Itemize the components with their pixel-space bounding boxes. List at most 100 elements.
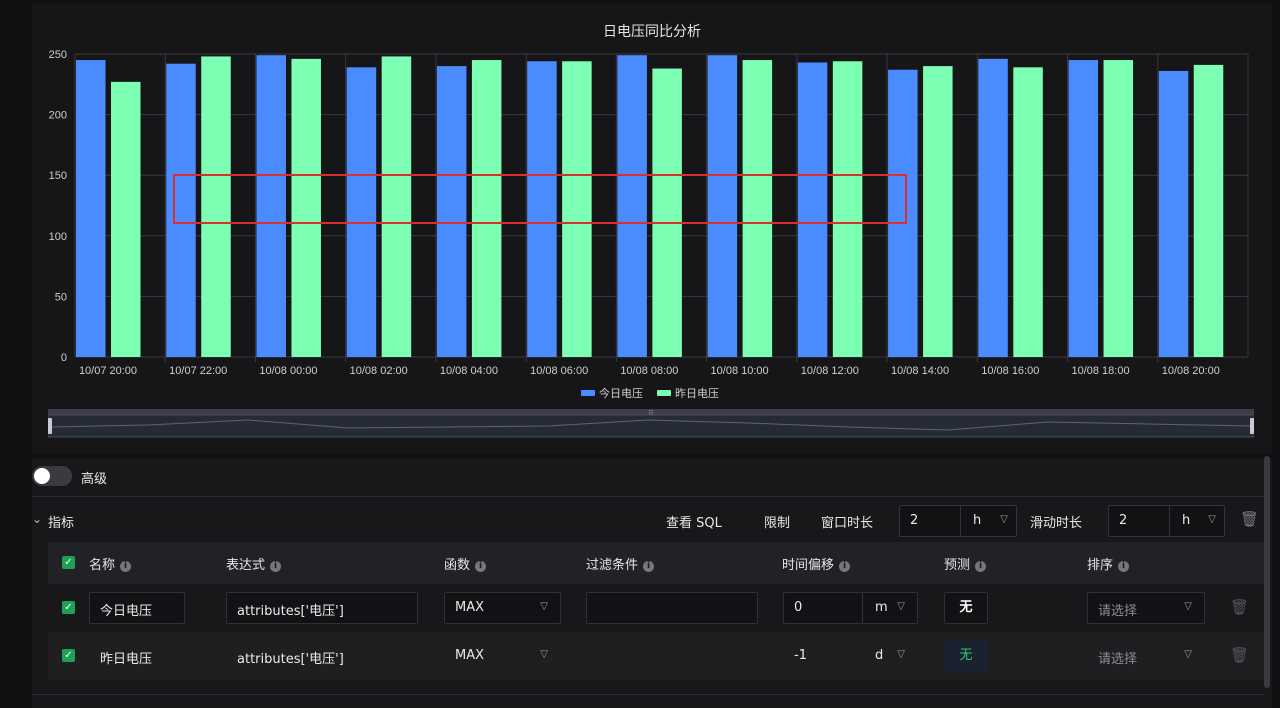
x-tick-label: 10/07 22:00 [169, 365, 227, 377]
toggle-knob [34, 468, 50, 484]
slide-unit-value: h [1182, 513, 1191, 528]
x-tick-label: 10/08 16:00 [981, 365, 1039, 377]
x-tick-label: 10/08 14:00 [891, 365, 949, 377]
legend-swatch[interactable] [581, 390, 595, 396]
data-zoom-slider[interactable]: ⁝⁝ [47, 409, 1255, 439]
bar-today[interactable] [1068, 60, 1099, 358]
x-tick-label: 10/08 18:00 [1071, 365, 1129, 377]
bar-today[interactable] [76, 60, 106, 358]
window-duration-input[interactable]: 2 h ▽ [899, 505, 1017, 537]
legend-label[interactable]: 昨日电压 [675, 387, 719, 400]
select-all-checkbox[interactable]: ✓ [62, 556, 75, 569]
name-input[interactable]: 今日电压 [89, 592, 185, 624]
sort-select[interactable]: 请选择 ▽ [1087, 592, 1205, 624]
chevron-down-icon: ▽ [1000, 514, 1008, 525]
delete-row-icon[interactable]: 🗑 [1230, 598, 1249, 616]
offset-input[interactable]: -1 d ▽ [783, 640, 918, 672]
sort-select[interactable]: 请选择 ▽ [1087, 640, 1205, 672]
chart-title: 日电压同比分析 [603, 23, 701, 39]
limit-button[interactable]: 限制 [764, 512, 790, 531]
predict-select[interactable]: 无 [944, 592, 988, 624]
row-checkbox[interactable]: ✓ [62, 649, 75, 662]
chart-panel: 日电压同比分析 0 50 100 150 200 250 10/07 20:00 10/07… [32, 4, 1272, 454]
func-select[interactable]: MAX ▽ [444, 640, 561, 672]
header-predict: 预测 i [944, 554, 987, 573]
delete-metrics-icon[interactable]: 🗑 [1240, 510, 1259, 528]
divider [32, 694, 1264, 695]
x-tick-label: 10/07 20:00 [79, 365, 137, 377]
y-tick-label: 200 [49, 110, 67, 122]
bar-today[interactable] [978, 58, 1008, 358]
x-tick-label: 10/08 06:00 [530, 365, 588, 377]
slide-duration-label: 滑动时长 [1030, 516, 1083, 531]
window-duration-value[interactable]: 2 [910, 513, 918, 528]
x-tick-label: 10/08 02:00 [350, 365, 408, 377]
header-filter: 过滤条件 i [586, 554, 655, 573]
chevron-down-icon: ▽ [1184, 601, 1192, 612]
x-tick-label: 10/08 20:00 [1162, 365, 1220, 377]
bar-yesterday[interactable] [1193, 64, 1224, 357]
header-expr: 表达式 i [226, 554, 282, 573]
bar-today[interactable] [1158, 70, 1189, 357]
slide-duration-input[interactable]: 2 h ▽ [1108, 505, 1225, 537]
info-icon: i [839, 561, 851, 572]
offset-unit-select[interactable]: m ▽ [862, 593, 917, 623]
info-icon: i [270, 561, 282, 572]
zoom-track[interactable] [47, 414, 1255, 438]
zoom-grip-icon[interactable]: ⁝⁝ [649, 409, 653, 417]
bar-yesterday[interactable] [923, 66, 953, 357]
advanced-toggle[interactable] [32, 466, 72, 486]
zoom-right-handle[interactable] [1250, 418, 1254, 434]
slide-unit-select[interactable]: h ▽ [1169, 506, 1224, 536]
window-unit-select[interactable]: h ▽ [960, 506, 1016, 536]
info-icon: i [643, 561, 655, 572]
filter-input[interactable] [586, 640, 758, 672]
table-row: ✓ 昨日电压 attributes['电压'] MAX ▽ -1 d ▽ 无 请选择… [48, 632, 1264, 680]
predict-select[interactable]: 无 [944, 640, 988, 672]
chevron-down-icon: ▽ [540, 649, 548, 660]
chevron-down-icon[interactable]: ⌄ [32, 512, 42, 526]
legend-label[interactable]: 今日电压 [599, 386, 643, 400]
offset-unit-select[interactable]: d ▽ [862, 641, 917, 671]
chevron-down-icon: ▽ [897, 649, 905, 660]
func-select[interactable]: MAX ▽ [444, 592, 561, 624]
table-row: ✓ 今日电压 attributes['电压'] MAX ▽ 0 m ▽ 无 请选择 ▽… [48, 584, 1264, 632]
bar-chart: 日电压同比分析 0 50 100 150 200 250 10/07 20:00 10/07… [49, 23, 1249, 400]
delete-row-icon[interactable]: 🗑 [1230, 646, 1249, 664]
expr-input[interactable]: attributes['电压'] [226, 640, 418, 672]
row-checkbox[interactable]: ✓ [62, 601, 75, 614]
bar-yesterday[interactable] [1103, 60, 1134, 358]
metrics-header: ⌄ 指标 查看 SQL 限制 窗口时长 2 h ▽ 滑动时长 2 h ▽ 🗑 [32, 504, 1264, 538]
metrics-title[interactable]: 指标 [48, 512, 74, 531]
advanced-label: 高级 [81, 472, 108, 487]
divider [32, 496, 1264, 497]
query-config-panel: 高级 ⌄ 指标 查看 SQL 限制 窗口时长 2 h ▽ 滑动时长 2 h ▽ … [32, 458, 1272, 708]
bar-yesterday[interactable] [1013, 67, 1043, 357]
x-tick-label: 10/08 12:00 [801, 365, 859, 377]
y-tick-label: 50 [55, 291, 67, 303]
name-input[interactable]: 昨日电压 [89, 640, 185, 672]
info-icon: i [975, 561, 987, 572]
expr-input[interactable]: attributes['电压'] [226, 592, 418, 624]
zoom-left-handle[interactable] [48, 418, 52, 434]
x-tick-label: 10/08 10:00 [711, 365, 769, 377]
legend-swatch[interactable] [657, 390, 671, 396]
header-offset: 时间偏移 i [782, 554, 851, 573]
x-tick-label: 10/08 04:00 [440, 365, 498, 377]
info-icon: i [120, 561, 132, 572]
y-tick-label: 250 [49, 49, 67, 61]
header-name: 名称 i [89, 554, 132, 573]
bar-yesterday[interactable] [111, 81, 141, 357]
chevron-down-icon: ▽ [897, 601, 905, 612]
slide-duration-value[interactable]: 2 [1119, 513, 1127, 528]
header-sort: 排序 i [1087, 554, 1130, 573]
x-tick-label: 10/08 08:00 [620, 365, 678, 377]
y-tick-label: 100 [49, 231, 67, 243]
filter-input[interactable] [586, 592, 758, 624]
x-tick-label: 10/08 00:00 [259, 365, 317, 377]
offset-input[interactable]: 0 m ▽ [783, 592, 918, 624]
selection-highlight-box [173, 174, 907, 224]
window-unit-value: h [973, 513, 982, 528]
view-sql-button[interactable]: 查看 SQL [666, 512, 722, 531]
vertical-scrollbar[interactable] [1264, 456, 1270, 688]
